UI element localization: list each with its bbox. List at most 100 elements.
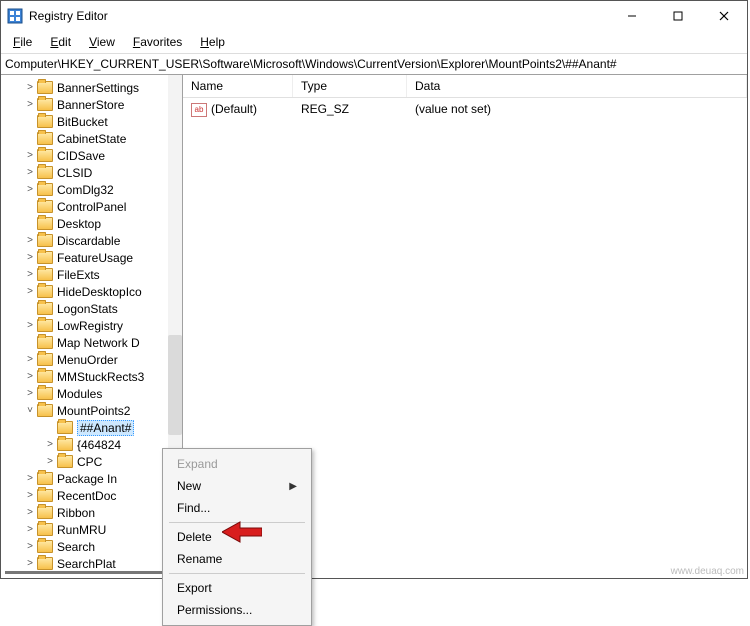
tree-item[interactable]: ˃ Search [1, 538, 182, 555]
chevron-right-icon[interactable]: ˃ [23, 506, 37, 520]
chevron-right-icon[interactable]: ˃ [23, 251, 37, 265]
tree-item-label: FileExts [57, 268, 100, 282]
ctx-export[interactable]: Export [163, 577, 311, 599]
minimize-button[interactable] [609, 1, 655, 31]
registry-editor-window: Registry Editor File Edit View Favorites… [0, 0, 748, 579]
tree-item[interactable]: ˃MenuOrder [1, 351, 182, 368]
ctx-permissions[interactable]: Permissions... [163, 599, 311, 621]
tree-item[interactable]: ˃Modules [1, 385, 182, 402]
ctx-expand: Expand [163, 453, 311, 475]
tree-item[interactable]: ˃ {464824 [1, 436, 182, 453]
chevron-right-icon[interactable]: ˃ [23, 319, 37, 333]
titlebar: Registry Editor [1, 1, 747, 31]
ctx-new[interactable]: New▶ [163, 475, 311, 497]
tree-item-label: FeatureUsage [57, 251, 133, 265]
tree-item[interactable]: LogonStats [1, 300, 182, 317]
tree-item-label: MMStuckRects3 [57, 370, 144, 384]
address-bar[interactable]: Computer\HKEY_CURRENT_USER\Software\Micr… [1, 54, 747, 75]
close-button[interactable] [701, 1, 747, 31]
chevron-right-icon[interactable]: ˃ [23, 353, 37, 367]
tree-item[interactable]: ˃LowRegistry [1, 317, 182, 334]
tree-item[interactable]: ˃Ribbon [1, 504, 182, 521]
tree-scrollbar-thumb[interactable] [168, 335, 182, 435]
tree-item[interactable]: ˅MountPoints2 [1, 402, 182, 419]
tree-item[interactable]: ControlPanel [1, 198, 182, 215]
value-data-cell: (value not set) [407, 100, 747, 119]
tree-item-label: ComDlg32 [57, 183, 114, 197]
ctx-rename[interactable]: Rename [163, 548, 311, 570]
folder-icon [37, 268, 53, 281]
col-name-header[interactable]: Name [183, 75, 293, 97]
chevron-right-icon[interactable]: ˃ [23, 149, 37, 163]
tree-item[interactable]: ˃ Discardable [1, 232, 182, 249]
chevron-right-icon[interactable]: ˃ [23, 540, 37, 554]
tree-item[interactable]: ˃ FileExts [1, 266, 182, 283]
tree-hscroll-thumb[interactable] [5, 571, 175, 574]
tree-item[interactable]: ˃ ComDlg32 [1, 181, 182, 198]
tree-item-label: Package In [57, 472, 117, 486]
ctx-find[interactable]: Find... [163, 497, 311, 519]
chevron-right-icon[interactable]: ˃ [23, 523, 37, 537]
chevron-right-icon[interactable]: ˃ [43, 455, 57, 469]
tree-item[interactable]: ##Anant# [1, 419, 182, 436]
folder-icon [37, 132, 53, 145]
tree-item[interactable]: Map Network D [1, 334, 182, 351]
chevron-down-icon[interactable]: ˅ [23, 404, 37, 418]
tree-item[interactable]: CabinetState [1, 130, 182, 147]
col-type-header[interactable]: Type [293, 75, 407, 97]
chevron-right-icon[interactable]: ˃ [23, 234, 37, 248]
chevron-right-icon[interactable]: ˃ [23, 166, 37, 180]
tree-item-label: RunMRU [57, 523, 106, 537]
chevron-right-icon[interactable]: ˃ [23, 370, 37, 384]
folder-icon [37, 234, 53, 247]
tree-item[interactable]: ˃ RunMRU [1, 521, 182, 538]
tree-item-label: Discardable [57, 234, 120, 248]
menu-favorites[interactable]: Favorites [125, 33, 190, 51]
chevron-right-icon[interactable]: ˃ [23, 268, 37, 282]
ctx-delete[interactable]: Delete [163, 526, 311, 548]
folder-icon [37, 149, 53, 162]
chevron-right-icon[interactable]: ˃ [23, 387, 37, 401]
tree-item-label: CPC [77, 455, 102, 469]
chevron-right-icon[interactable]: ˃ [23, 472, 37, 486]
value-row[interactable]: ab(Default) REG_SZ (value not set) [183, 98, 747, 121]
menu-file[interactable]: File [5, 33, 40, 51]
chevron-right-icon[interactable]: ˃ [23, 183, 37, 197]
tree-item[interactable]: BitBucket [1, 113, 182, 130]
maximize-button[interactable] [655, 1, 701, 31]
menu-help[interactable]: Help [192, 33, 233, 51]
ctx-separator [169, 573, 305, 574]
chevron-right-icon[interactable]: ˃ [23, 98, 37, 112]
tree-item-label: HideDesktopIco [57, 285, 142, 299]
tree-item[interactable]: ˃ SearchPlat [1, 555, 182, 572]
tree-item[interactable]: ˃BannerSettings [1, 79, 182, 96]
tree-item[interactable]: ˃ CPC [1, 453, 182, 470]
folder-icon [57, 455, 73, 468]
tree-item-label: Map Network D [57, 336, 140, 350]
chevron-right-icon[interactable]: ˃ [23, 489, 37, 503]
tree-item-label: BannerStore [57, 98, 124, 112]
tree-item[interactable]: ˃ FeatureUsage [1, 249, 182, 266]
tree-item-label: {464824 [77, 438, 121, 452]
folder-icon [37, 98, 53, 111]
col-data-header[interactable]: Data [407, 75, 747, 97]
value-name-cell: ab(Default) [183, 100, 293, 119]
tree-item[interactable]: ˃CIDSave [1, 147, 182, 164]
tree-item[interactable]: ˃ MMStuckRects3 [1, 368, 182, 385]
tree-item[interactable]: ˃ Package In [1, 470, 182, 487]
tree-item[interactable]: Desktop [1, 215, 182, 232]
chevron-right-icon[interactable]: ˃ [23, 557, 37, 571]
menu-edit[interactable]: Edit [42, 33, 79, 51]
chevron-right-icon[interactable]: ˃ [23, 285, 37, 299]
watermark: www.deuaq.com [671, 566, 744, 577]
tree-item[interactable]: ˃RecentDoc [1, 487, 182, 504]
chevron-right-icon[interactable]: ˃ [43, 438, 57, 452]
tree-item-label: SearchPlat [57, 557, 116, 571]
tree-item[interactable]: ˃ BannerStore [1, 96, 182, 113]
folder-icon [37, 115, 53, 128]
tree-item-label: Search [57, 540, 95, 554]
tree-item[interactable]: ˃CLSID [1, 164, 182, 181]
chevron-right-icon[interactable]: ˃ [23, 81, 37, 95]
menu-view[interactable]: View [81, 33, 123, 51]
tree-item[interactable]: ˃ HideDesktopIco [1, 283, 182, 300]
